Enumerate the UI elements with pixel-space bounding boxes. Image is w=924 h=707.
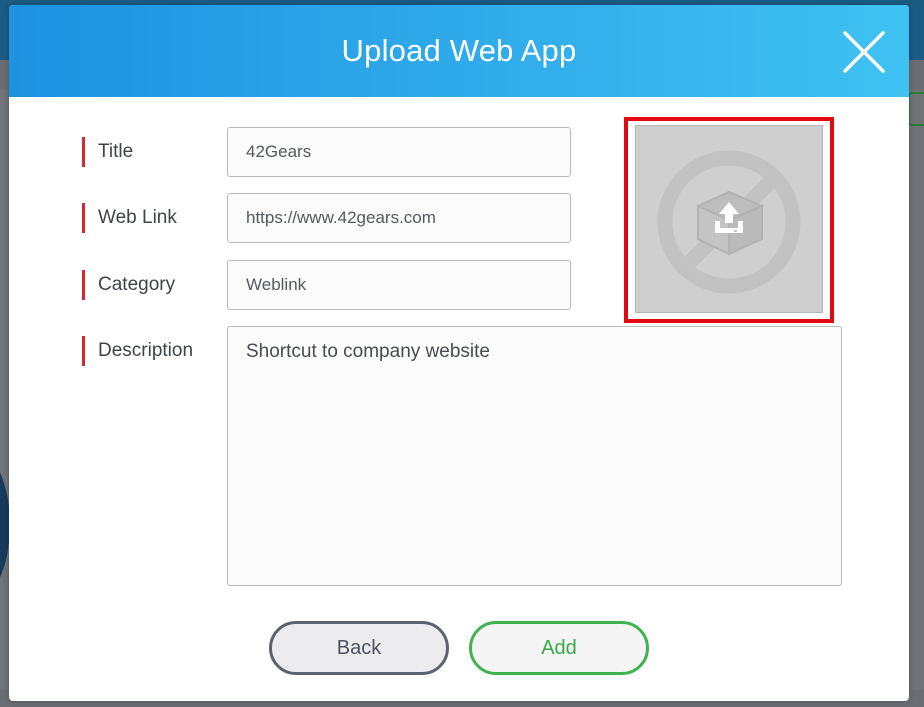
web-link-label: Web Link [82, 203, 177, 233]
description-textarea[interactable]: Shortcut to company website [227, 326, 842, 586]
category-label: Category [82, 270, 175, 300]
background-right-button [908, 92, 924, 126]
back-button[interactable]: Back [269, 621, 449, 675]
web-link-input[interactable] [227, 193, 571, 243]
icon-upload-area[interactable] [635, 125, 823, 313]
dialog-title: Upload Web App [341, 33, 577, 68]
category-input[interactable] [227, 260, 571, 310]
background-right-panel [908, 90, 924, 690]
title-input[interactable] [227, 127, 571, 177]
title-label: Title [82, 137, 133, 167]
close-icon [843, 31, 885, 73]
upload-web-app-dialog: Upload Web App Title Web Link Category D… [9, 5, 909, 701]
dialog-header: Upload Web App [9, 5, 909, 97]
add-button[interactable]: Add [469, 621, 649, 675]
icon-upload-highlight[interactable] [624, 117, 834, 323]
description-label: Description [82, 336, 193, 366]
upload-icon [715, 202, 743, 233]
close-button[interactable] [841, 29, 887, 75]
